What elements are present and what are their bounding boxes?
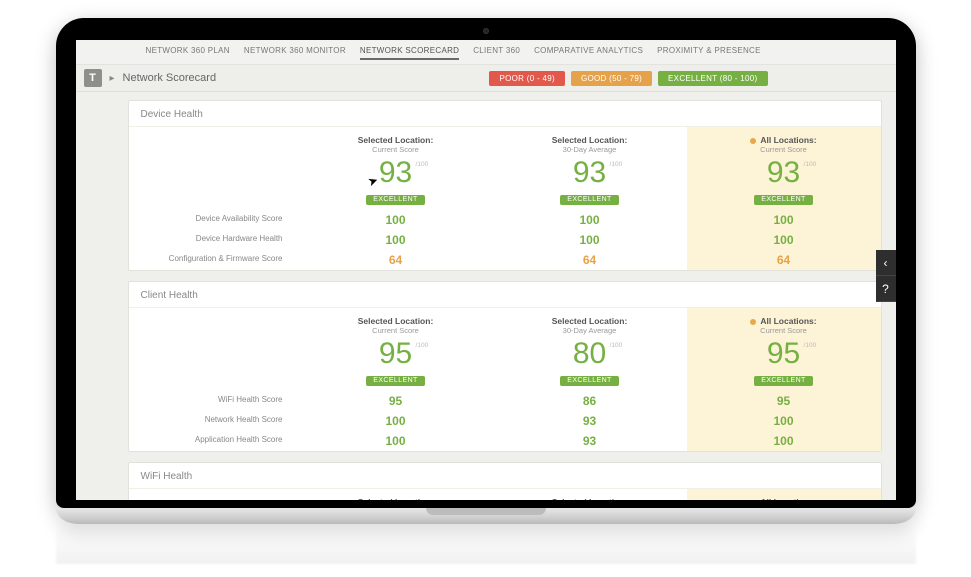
metric: 100 bbox=[299, 431, 493, 451]
row-network-health: Network Health Score bbox=[129, 411, 299, 431]
col-head-all-locations: All Locations: Current Score bbox=[687, 489, 881, 500]
metric: 100 bbox=[493, 230, 687, 250]
score-legend: POOR (0 - 49) GOOD (50 - 79) EXCELLENT (… bbox=[489, 71, 767, 86]
legend-good: GOOD (50 - 79) bbox=[571, 71, 652, 86]
tab-proximity-presence[interactable]: PROXIMITY & PRESENCE bbox=[657, 46, 761, 60]
tab-network-scorecard[interactable]: NETWORK SCORECARD bbox=[360, 46, 459, 60]
row-application-health: Application Health Score bbox=[129, 431, 299, 451]
laptop-reflection bbox=[56, 524, 916, 564]
camera-dot bbox=[483, 28, 489, 34]
dock-help-button[interactable]: ? bbox=[876, 276, 896, 302]
page-titlebar: T ▸ Network Scorecard POOR (0 - 49) GOOD… bbox=[76, 65, 896, 92]
client-health-title: Client Health bbox=[129, 282, 881, 308]
client-score-all-locations: 95/100 EXCELLENT bbox=[687, 337, 881, 391]
right-dock: ‹ ? bbox=[876, 250, 896, 302]
row-device-hardware: Device Hardware Health bbox=[129, 230, 299, 250]
row-config-firmware: Configuration & Firmware Score bbox=[129, 250, 299, 270]
metric: 64 bbox=[687, 250, 881, 270]
metric: 93 bbox=[493, 431, 687, 451]
col-head-all-locations: All Locations: Current Score bbox=[687, 127, 881, 156]
device-health-card: Device Health Selected Location: Current… bbox=[128, 100, 882, 271]
metric: 100 bbox=[299, 411, 493, 431]
metric: 95 bbox=[299, 391, 493, 411]
device-health-title: Device Health bbox=[129, 101, 881, 127]
laptop-frame: NETWORK 360 PLAN NETWORK 360 MONITOR NET… bbox=[56, 18, 916, 524]
col-head-selected-current: Selected Location: Current Score bbox=[299, 308, 493, 337]
metric: 100 bbox=[493, 210, 687, 230]
legend-poor: POOR (0 - 49) bbox=[489, 71, 564, 86]
tab-client-360[interactable]: CLIENT 360 bbox=[473, 46, 520, 60]
top-tabs: NETWORK 360 PLAN NETWORK 360 MONITOR NET… bbox=[76, 40, 896, 65]
laptop-bezel: NETWORK 360 PLAN NETWORK 360 MONITOR NET… bbox=[56, 18, 916, 508]
dock-collapse-button[interactable]: ‹ bbox=[876, 250, 896, 276]
chevron-right-icon: ▸ bbox=[110, 73, 115, 84]
row-device-availability: Device Availability Score bbox=[129, 210, 299, 230]
metric: 100 bbox=[687, 210, 881, 230]
device-score-selected-30day: 93/100 EXCELLENT bbox=[493, 156, 687, 210]
metric: 64 bbox=[299, 250, 493, 270]
legend-excellent: EXCELLENT (80 - 100) bbox=[658, 71, 767, 86]
metric: 100 bbox=[299, 210, 493, 230]
wifi-health-card: WiFi Health Selected Location: Current S… bbox=[128, 462, 882, 500]
location-icon[interactable]: T bbox=[84, 69, 102, 87]
col-head-selected-current: Selected Location: Current Score bbox=[299, 489, 493, 500]
tab-comparative-analytics[interactable]: COMPARATIVE ANALYTICS bbox=[534, 46, 643, 60]
status-dot-icon bbox=[750, 319, 756, 325]
content-area: ➤ Device Health Selected Location: Curre… bbox=[76, 92, 896, 500]
tab-network-360-plan[interactable]: NETWORK 360 PLAN bbox=[146, 46, 230, 60]
device-score-selected-current: 93/100 EXCELLENT bbox=[299, 156, 493, 210]
col-head-selected-30day: Selected Location: 30-Day Average bbox=[493, 127, 687, 156]
device-score-all-locations: 93/100 EXCELLENT bbox=[687, 156, 881, 210]
tab-network-360-monitor[interactable]: NETWORK 360 MONITOR bbox=[244, 46, 346, 60]
client-health-card: Client Health Selected Location: Current… bbox=[128, 281, 882, 452]
status-dot-icon bbox=[750, 138, 756, 144]
metric: 93 bbox=[493, 411, 687, 431]
metric: 86 bbox=[493, 391, 687, 411]
col-head-all-locations: All Locations: Current Score bbox=[687, 308, 881, 337]
metric: 95 bbox=[687, 391, 881, 411]
metric: 100 bbox=[299, 230, 493, 250]
page-title: Network Scorecard bbox=[123, 72, 217, 84]
row-wifi-health: WiFi Health Score bbox=[129, 391, 299, 411]
metric: 100 bbox=[687, 411, 881, 431]
app-screen: NETWORK 360 PLAN NETWORK 360 MONITOR NET… bbox=[76, 40, 896, 500]
metric: 100 bbox=[687, 230, 881, 250]
col-head-selected-30day: Selected Location: 30-Day Average bbox=[493, 489, 687, 500]
metric: 64 bbox=[493, 250, 687, 270]
col-head-selected-current: Selected Location: Current Score bbox=[299, 127, 493, 156]
wifi-health-title: WiFi Health bbox=[129, 463, 881, 489]
laptop-base bbox=[56, 508, 916, 524]
metric: 100 bbox=[687, 431, 881, 451]
client-score-selected-30day: 80/100 EXCELLENT bbox=[493, 337, 687, 391]
client-score-selected-current: 95/100 EXCELLENT bbox=[299, 337, 493, 391]
col-head-selected-30day: Selected Location: 30-Day Average bbox=[493, 308, 687, 337]
